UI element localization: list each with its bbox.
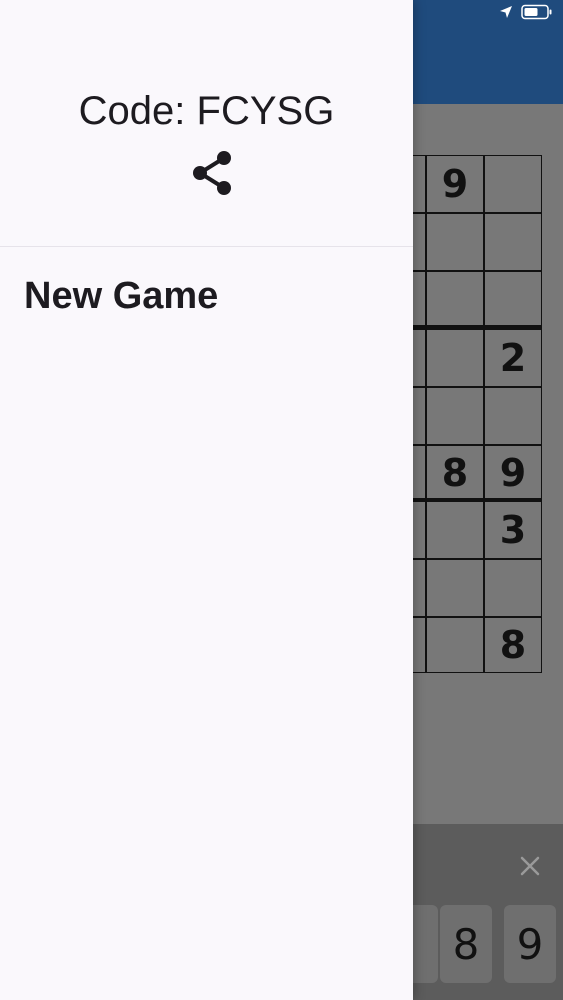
game-code-label: Code: FCYSG [78,89,335,133]
board-cell[interactable] [426,559,484,617]
board-cell[interactable]: 9 [484,445,542,501]
board-cell[interactable]: 8 [426,445,484,501]
location-arrow-icon [499,5,513,24]
board-cell[interactable]: 2 [484,329,542,387]
board-cell[interactable]: 9 [426,155,484,213]
board-cell[interactable] [484,155,542,213]
board-cell[interactable] [484,559,542,617]
board-cell[interactable] [484,213,542,271]
board-cell[interactable] [484,387,542,445]
board-cell[interactable] [426,329,484,387]
share-button[interactable] [186,147,238,199]
board-cell[interactable]: 8 [484,617,542,673]
close-icon[interactable] [516,852,544,880]
keypad-key-9[interactable]: 9 [504,905,556,983]
share-icon [193,151,231,195]
board-cell[interactable] [484,271,542,327]
status-bar-right [499,4,553,25]
board-cell[interactable] [426,387,484,445]
board-cell[interactable] [426,271,484,327]
board-cell[interactable] [426,501,484,559]
drawer-header: Code: FCYSG [0,0,413,247]
board-cell[interactable]: 3 [484,501,542,559]
battery-icon [521,4,553,25]
keypad-key-8[interactable]: 8 [440,905,492,983]
board-cell[interactable] [426,213,484,271]
navigation-drawer: Code: FCYSG New Game [0,0,413,1000]
board-cell[interactable] [426,617,484,673]
new-game-menu-item[interactable]: New Game [24,272,218,320]
